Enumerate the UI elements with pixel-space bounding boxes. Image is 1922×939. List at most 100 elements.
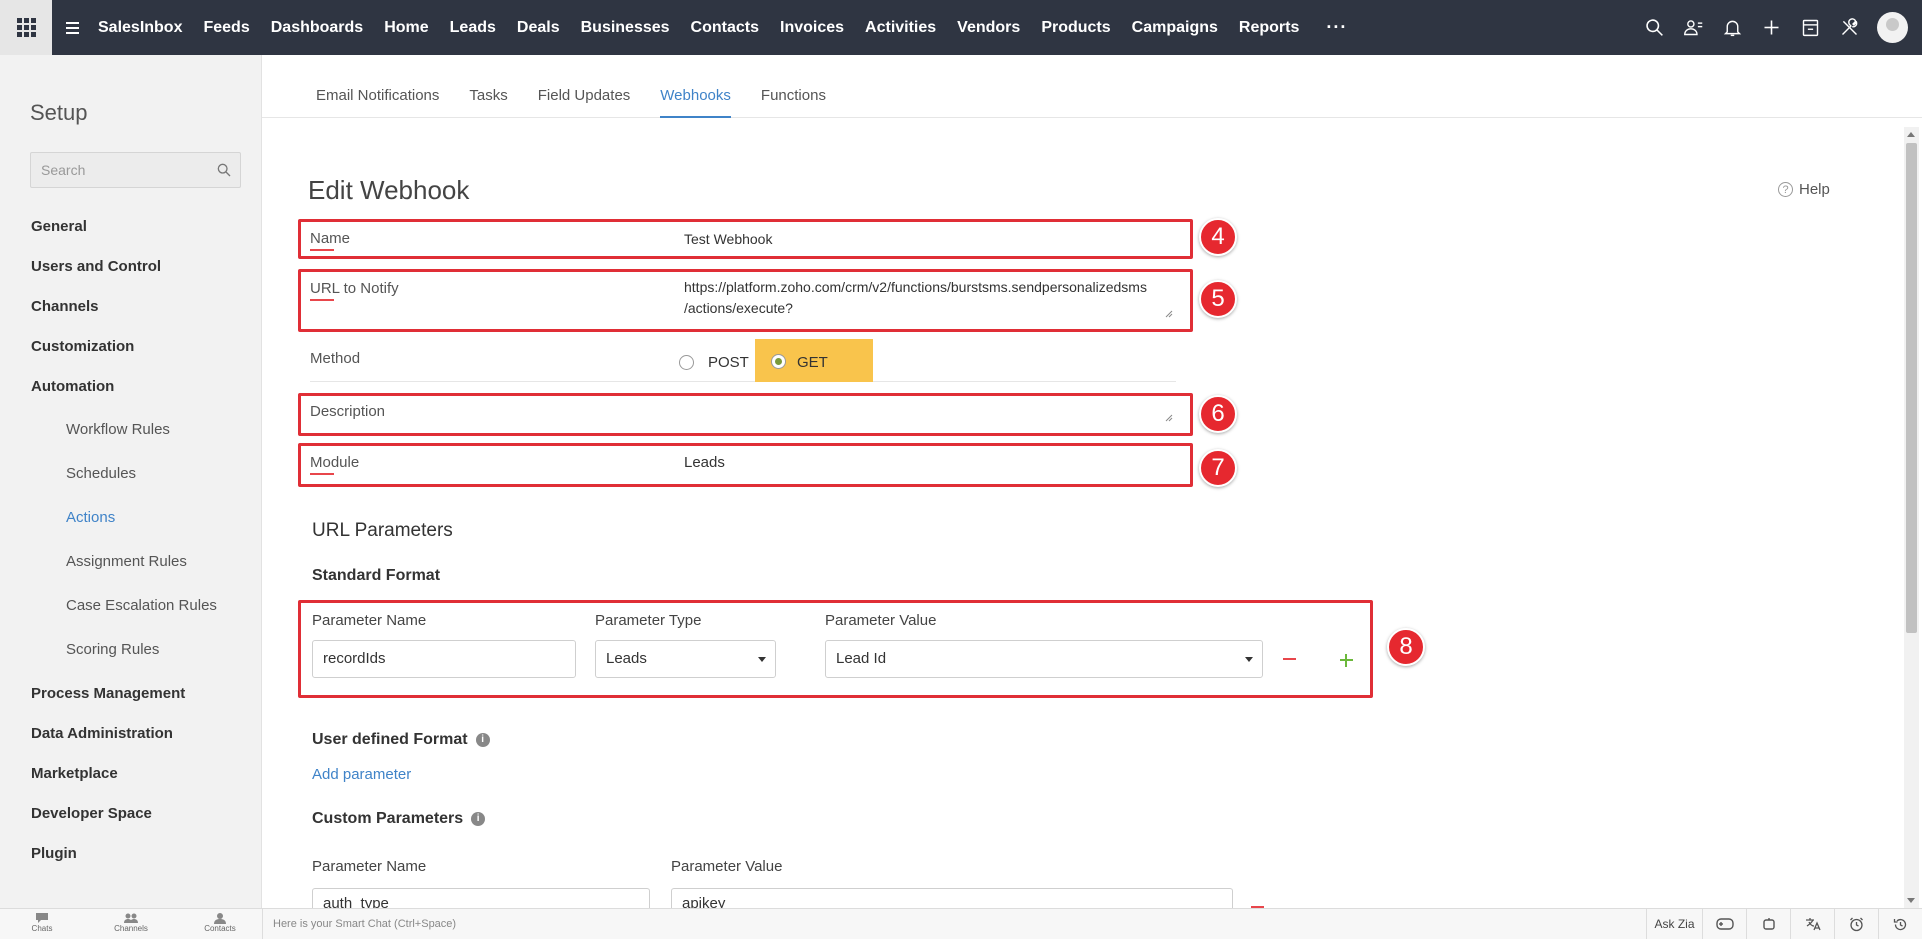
url-parameters-title: URL Parameters bbox=[312, 520, 453, 541]
method-get-label[interactable]: GET bbox=[797, 354, 828, 371]
custom-parameter-value-input[interactable]: apikey bbox=[671, 888, 1233, 908]
highlight-box-module bbox=[298, 443, 1193, 487]
standard-format-title: Standard Format bbox=[312, 567, 441, 584]
bot-icon[interactable] bbox=[1746, 909, 1790, 939]
setup-title: Setup bbox=[30, 100, 88, 125]
info-icon[interactable]: i bbox=[471, 811, 486, 826]
chats-button[interactable]: Chats bbox=[17, 912, 67, 933]
nav-invoices[interactable]: Invoices bbox=[780, 19, 844, 37]
tab-field-updates[interactable]: Field Updates bbox=[538, 55, 631, 118]
smart-chat-input[interactable]: Here is your Smart Chat (Ctrl+Space) bbox=[262, 909, 1627, 939]
translate-icon[interactable] bbox=[1790, 909, 1834, 939]
method-post-radio[interactable] bbox=[679, 355, 694, 370]
help-link[interactable]: ? Help bbox=[1778, 181, 1830, 198]
bottom-bar: Chats Channels Contacts Here is your Sma… bbox=[0, 908, 1922, 939]
alarm-clock-icon[interactable] bbox=[1834, 909, 1878, 939]
plus-icon[interactable] bbox=[1752, 0, 1791, 55]
chat-icon bbox=[36, 913, 48, 923]
search-icon[interactable] bbox=[216, 162, 232, 178]
more-modules-icon[interactable]: ··· bbox=[1326, 17, 1347, 38]
history-icon[interactable] bbox=[1878, 909, 1922, 939]
sidebar-item-channels[interactable]: Channels bbox=[0, 298, 262, 338]
highlight-box-parameters bbox=[298, 600, 1373, 698]
step-badge-8: 8 bbox=[1387, 628, 1425, 666]
info-icon[interactable]: i bbox=[475, 732, 490, 747]
user-defined-format-label: User defined Format bbox=[312, 731, 468, 748]
sidebar-item-plugin[interactable]: Plugin bbox=[0, 845, 262, 885]
scrollbar-thumb[interactable] bbox=[1906, 143, 1917, 633]
channels-button[interactable]: Channels bbox=[106, 912, 156, 933]
nav-vendors[interactable]: Vendors bbox=[957, 19, 1020, 37]
nav-home[interactable]: Home bbox=[384, 19, 428, 37]
help-icon: ? bbox=[1778, 182, 1793, 197]
calendar-icon[interactable] bbox=[1791, 0, 1830, 55]
top-navigation-bar: SalesInbox Feeds Dashboards Home Leads D… bbox=[0, 0, 1922, 55]
contacts-icon[interactable] bbox=[1674, 0, 1713, 55]
help-label: Help bbox=[1799, 181, 1830, 198]
actions-tabs: Email Notifications Tasks Field Updates … bbox=[262, 55, 1922, 118]
nav-businesses[interactable]: Businesses bbox=[581, 19, 670, 37]
sidebar-item-marketplace[interactable]: Marketplace bbox=[0, 765, 262, 805]
user-defined-format-title: User defined Format i bbox=[312, 731, 490, 749]
nav-contacts[interactable]: Contacts bbox=[691, 19, 759, 37]
sidebar-item-actions[interactable]: Actions bbox=[0, 509, 262, 553]
setup-sidebar: Setup General Users and Control Channels… bbox=[0, 55, 262, 908]
method-get-radio[interactable] bbox=[771, 354, 786, 369]
avatar[interactable] bbox=[1877, 12, 1908, 43]
custom-parameter-name-input[interactable]: auth_type bbox=[312, 888, 650, 908]
nav-campaigns[interactable]: Campaigns bbox=[1132, 19, 1218, 37]
search-icon[interactable] bbox=[1635, 0, 1674, 55]
bottom-right-tools: Ask Zia bbox=[1646, 909, 1922, 939]
add-parameter-link[interactable]: Add parameter bbox=[312, 766, 411, 783]
method-post-label[interactable]: POST bbox=[708, 354, 749, 371]
sidebar-item-users-and-control[interactable]: Users and Control bbox=[0, 258, 262, 298]
nav-dashboards[interactable]: Dashboards bbox=[271, 19, 363, 37]
nav-deals[interactable]: Deals bbox=[517, 19, 560, 37]
nav-products[interactable]: Products bbox=[1041, 19, 1110, 37]
sidebar-item-process-management[interactable]: Process Management bbox=[0, 685, 262, 725]
scroll-down-icon[interactable] bbox=[1907, 898, 1915, 903]
channels-icon bbox=[124, 913, 138, 923]
custom-parameter-name-label: Parameter Name bbox=[312, 858, 427, 875]
nav-activities[interactable]: Activities bbox=[865, 19, 936, 37]
sidebar-item-schedules[interactable]: Schedules bbox=[0, 465, 262, 509]
apps-grid-icon[interactable] bbox=[0, 0, 52, 55]
page-title: Edit Webhook bbox=[308, 175, 470, 205]
tab-functions[interactable]: Functions bbox=[761, 55, 826, 118]
nav-salesinbox[interactable]: SalesInbox bbox=[98, 19, 182, 37]
highlight-box-name bbox=[298, 219, 1193, 259]
sidebar-item-assignment-rules[interactable]: Assignment Rules bbox=[0, 553, 262, 597]
step-badge-5: 5 bbox=[1199, 280, 1237, 318]
search-input[interactable] bbox=[31, 153, 206, 187]
menu-hamburger-icon[interactable] bbox=[56, 0, 88, 55]
nav-leads[interactable]: Leads bbox=[450, 19, 496, 37]
contact-icon bbox=[214, 913, 226, 924]
sidebar-item-workflow-rules[interactable]: Workflow Rules bbox=[0, 421, 262, 465]
nav-feeds[interactable]: Feeds bbox=[203, 19, 249, 37]
sidebar-item-automation[interactable]: Automation bbox=[0, 378, 262, 421]
sidebar-item-customization[interactable]: Customization bbox=[0, 338, 262, 378]
tab-webhooks[interactable]: Webhooks bbox=[660, 55, 731, 118]
tools-icon[interactable] bbox=[1830, 0, 1869, 55]
gamepad-icon[interactable] bbox=[1702, 909, 1746, 939]
contacts-button[interactable]: Contacts bbox=[195, 912, 245, 933]
nav-reports[interactable]: Reports bbox=[1239, 19, 1299, 37]
bell-icon[interactable] bbox=[1713, 0, 1752, 55]
divider bbox=[310, 381, 1176, 382]
sidebar-item-case-escalation-rules[interactable]: Case Escalation Rules bbox=[0, 597, 262, 641]
tab-tasks[interactable]: Tasks bbox=[469, 55, 507, 118]
setup-menu: General Users and Control Channels Custo… bbox=[0, 218, 262, 885]
module-nav: SalesInbox Feeds Dashboards Home Leads D… bbox=[98, 17, 1347, 38]
sidebar-item-developer-space[interactable]: Developer Space bbox=[0, 805, 262, 845]
highlight-box-description bbox=[298, 393, 1193, 436]
sidebar-item-data-administration[interactable]: Data Administration bbox=[0, 725, 262, 765]
step-badge-6: 6 bbox=[1199, 395, 1237, 433]
ask-zia-button[interactable]: Ask Zia bbox=[1646, 909, 1702, 939]
custom-parameter-value-label: Parameter Value bbox=[671, 858, 783, 875]
step-badge-4: 4 bbox=[1199, 218, 1237, 256]
scroll-up-icon[interactable] bbox=[1907, 132, 1915, 137]
sidebar-item-general[interactable]: General bbox=[0, 218, 262, 258]
tab-email-notifications[interactable]: Email Notifications bbox=[316, 55, 439, 118]
sidebar-item-scoring-rules[interactable]: Scoring Rules bbox=[0, 641, 262, 685]
custom-parameters-label: Custom Parameters bbox=[312, 810, 464, 827]
